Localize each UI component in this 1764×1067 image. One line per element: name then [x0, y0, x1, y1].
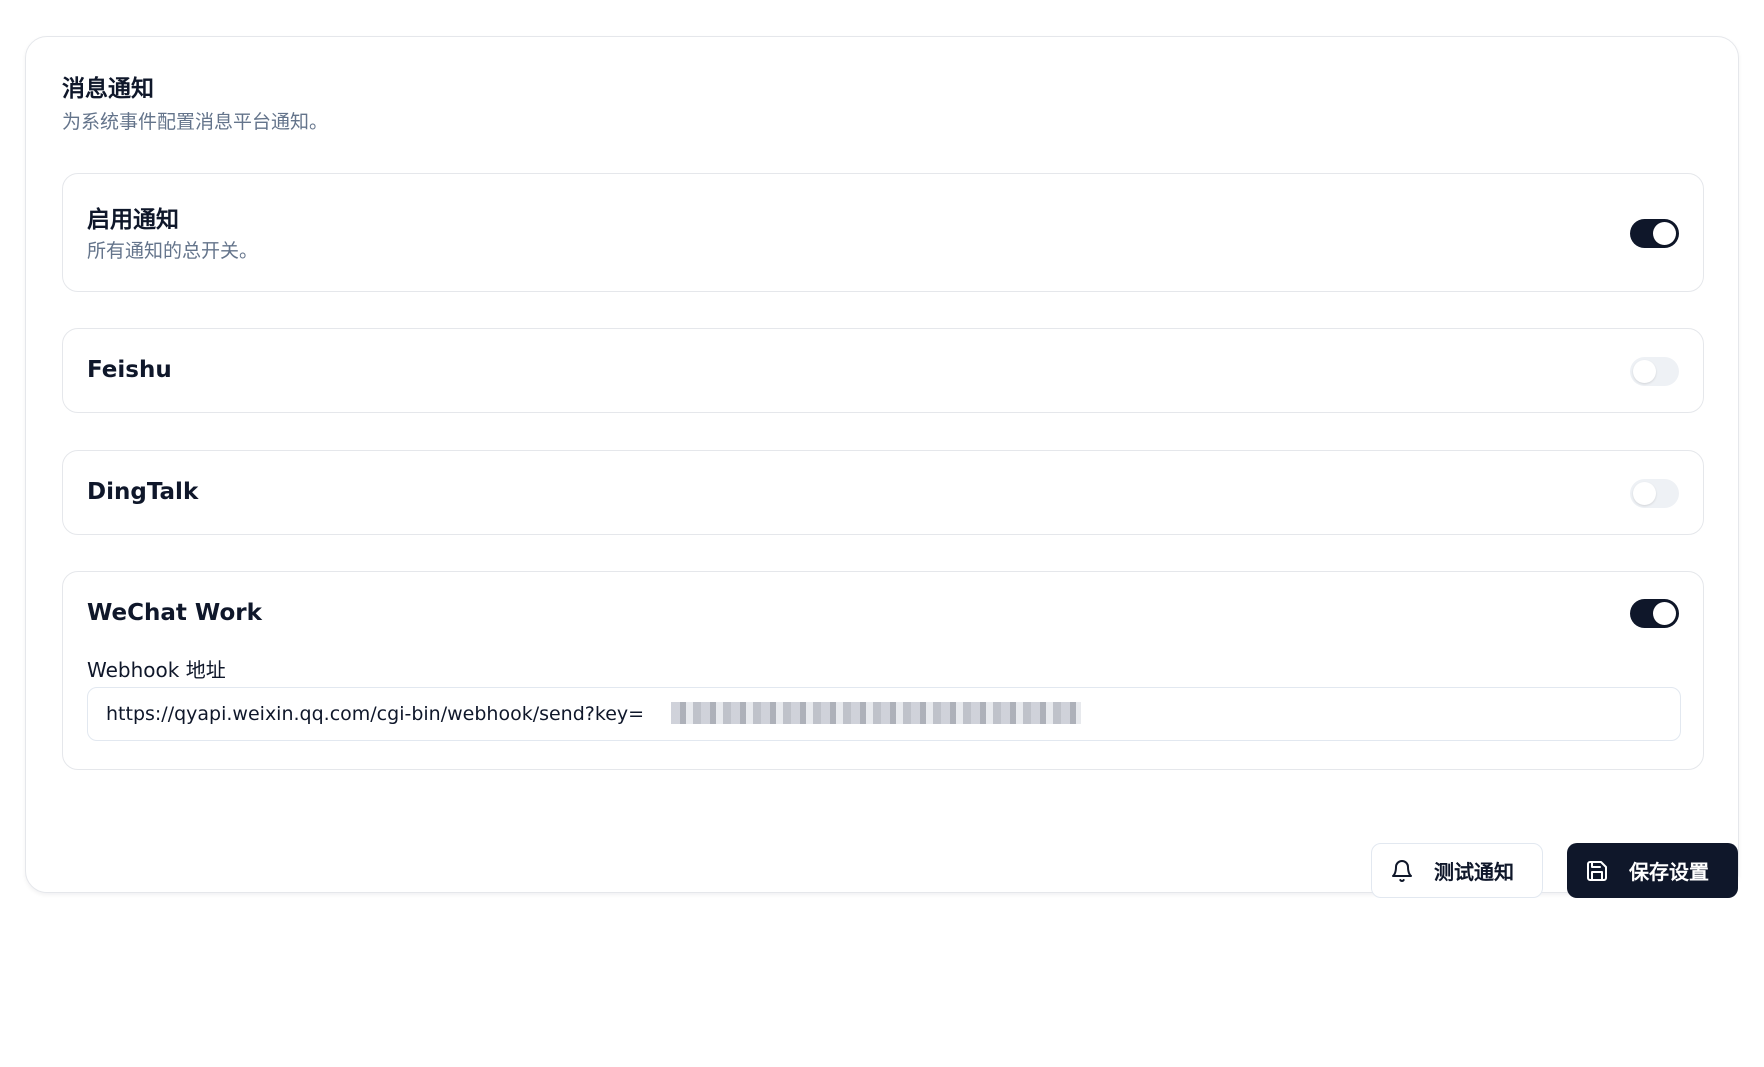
master-toggle-switch[interactable] [1630, 219, 1679, 248]
save-settings-label: 保存设置 [1629, 860, 1709, 884]
wechat-work-toggle-switch[interactable] [1630, 599, 1679, 628]
master-toggle-description: 所有通知的总开关。 [87, 240, 259, 262]
toggle-knob [1633, 360, 1656, 383]
card-description: 为系统事件配置消息平台通知。 [62, 111, 329, 133]
toggle-knob [1653, 222, 1676, 245]
card-title: 消息通知 [62, 76, 154, 102]
channel-name-wechat-work: WeChat Work [87, 600, 262, 626]
dingtalk-toggle-switch[interactable] [1630, 479, 1679, 508]
feishu-toggle-switch[interactable] [1630, 357, 1679, 386]
webhook-label: Webhook 地址 [87, 658, 226, 682]
webhook-url-input[interactable] [87, 687, 1681, 741]
channel-row-wechat-work: WeChat Work Webhook 地址 [62, 571, 1704, 770]
save-settings-button[interactable]: 保存设置 [1567, 843, 1738, 898]
channel-name-feishu: Feishu [87, 357, 172, 383]
channel-row-feishu: Feishu [62, 328, 1704, 413]
test-notification-label: 测试通知 [1434, 860, 1514, 884]
toggle-knob [1653, 602, 1676, 625]
notification-settings-card: 消息通知 为系统事件配置消息平台通知。 启用通知 所有通知的总开关。 Feish… [25, 36, 1739, 898]
save-icon [1585, 859, 1609, 883]
master-toggle-title: 启用通知 [87, 207, 179, 233]
channel-name-dingtalk: DingTalk [87, 479, 199, 505]
channel-row-dingtalk: DingTalk [62, 450, 1704, 535]
bell-icon [1390, 859, 1414, 883]
test-notification-button[interactable]: 测试通知 [1371, 843, 1543, 898]
toggle-knob [1633, 482, 1656, 505]
master-toggle-row: 启用通知 所有通知的总开关。 [62, 173, 1704, 292]
